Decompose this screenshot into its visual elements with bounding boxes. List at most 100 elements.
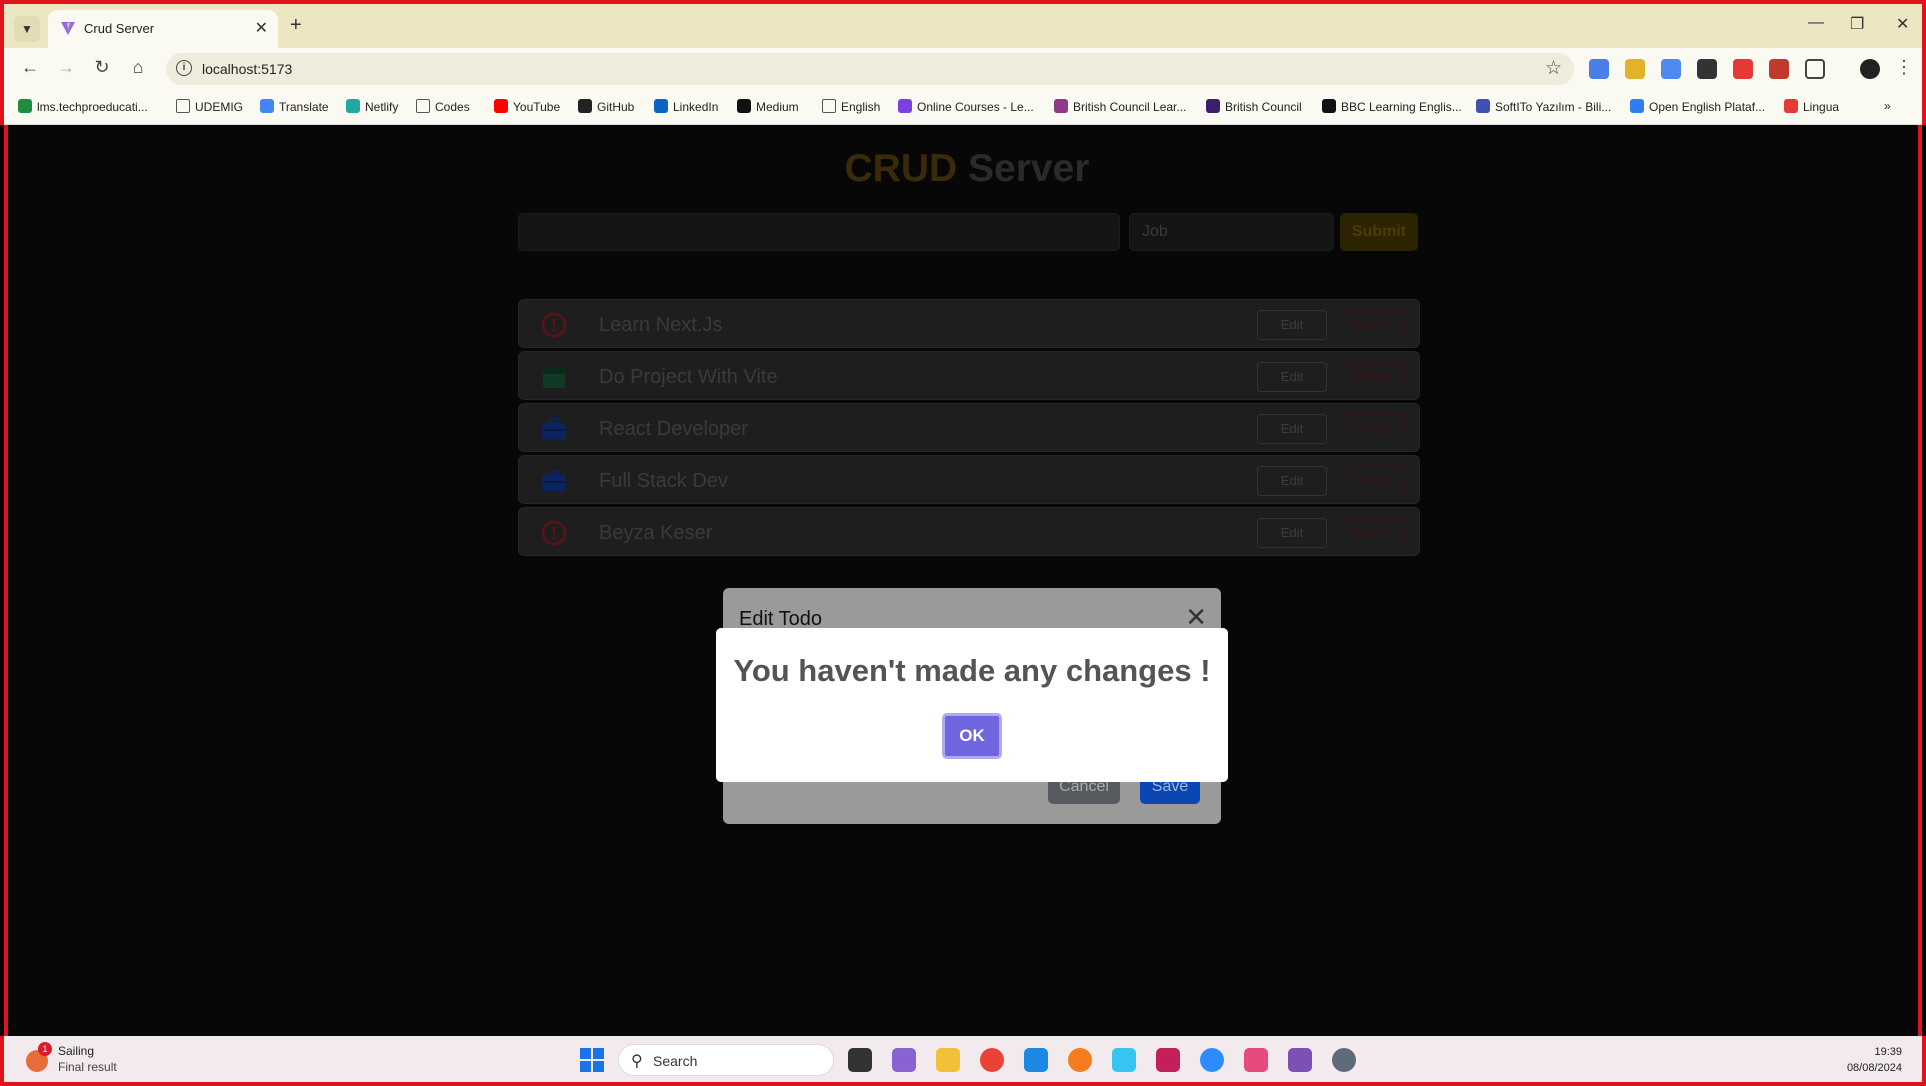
bookmark-label: British Council Lear... <box>1073 100 1187 114</box>
taskbar-search[interactable]: ⚲ Search <box>618 1044 834 1076</box>
zoom-icon[interactable] <box>1200 1048 1224 1072</box>
restore-button[interactable]: ❐ <box>1850 14 1864 34</box>
browser-menu-icon[interactable]: ⋮ <box>1892 57 1916 78</box>
edit-button[interactable]: Edit <box>1257 310 1327 340</box>
new-tab-button[interactable]: + <box>290 14 302 37</box>
bookmarks-bar: lms.techproeducati... UDEMIG Translate Netl… <box>4 90 1922 125</box>
bookmark-item[interactable]: lms.techproeducati... <box>18 99 148 114</box>
submit-button[interactable]: Submit <box>1340 213 1418 251</box>
bookmark-star-icon[interactable]: ☆ <box>1545 57 1562 80</box>
todo-list: Learn Next.Js Edit Delete Do Project With V… <box>518 299 1420 559</box>
bookmark-label: Online Courses - Le... <box>917 100 1034 114</box>
edit-button[interactable]: Edit <box>1257 362 1327 392</box>
bookmark-item[interactable]: Lingua <box>1784 99 1839 114</box>
todo-item: Beyza Keser Edit Delete <box>518 507 1420 556</box>
back-button[interactable]: ← <box>18 57 42 78</box>
windows-start-icon[interactable] <box>580 1048 604 1072</box>
bookmark-item[interactable]: Translate <box>260 99 329 114</box>
site-info-icon[interactable]: i <box>176 60 192 76</box>
bootstrap-icon[interactable] <box>1288 1048 1312 1072</box>
todo-item: Learn Next.Js Edit Delete <box>518 299 1420 348</box>
system-clock[interactable]: 19:39 08/08/2024 <box>1847 1044 1902 1076</box>
job-select[interactable]: Job <box>1129 213 1334 251</box>
folder-icon <box>416 99 430 113</box>
bookmark-favicon-icon <box>1476 99 1490 113</box>
browser-toolbar: ← → ↻ ⌂ i localhost:5173 ☆ ⋮ <box>4 48 1922 90</box>
settings-gear-icon[interactable] <box>1332 1048 1356 1072</box>
bookmark-item[interactable]: Online Courses - Le... <box>898 99 1034 114</box>
bookmark-favicon-icon <box>260 99 274 113</box>
bookmark-label: UDEMIG <box>195 100 243 114</box>
task-view-icon[interactable] <box>848 1048 872 1072</box>
bookmark-item[interactable]: Medium <box>737 99 799 114</box>
postman-icon[interactable] <box>1068 1048 1092 1072</box>
close-tab-icon[interactable]: ✕ <box>255 18 268 38</box>
browser-tab[interactable]: Crud Server ✕ <box>48 10 278 48</box>
color-picker-extension-icon[interactable] <box>1697 59 1717 79</box>
delete-button[interactable]: Delete <box>1337 414 1407 444</box>
todo-label: React Developer <box>599 418 748 440</box>
extension-icon[interactable] <box>1661 59 1681 79</box>
bookmark-favicon-icon <box>494 99 508 113</box>
copilot-icon[interactable] <box>892 1048 916 1072</box>
extensions-puzzle-icon[interactable] <box>1805 59 1825 79</box>
bookmark-favicon-icon <box>1322 99 1336 113</box>
bookmark-item[interactable]: British Council Lear... <box>1054 99 1186 114</box>
bookmark-item[interactable]: British Council <box>1206 99 1302 114</box>
edit-button[interactable]: Edit <box>1257 518 1327 548</box>
bookmark-favicon-icon <box>18 99 32 113</box>
ok-button[interactable]: OK <box>942 713 1002 759</box>
delete-button[interactable]: Delete <box>1337 518 1407 548</box>
bookmark-item[interactable]: BBC Learning Englis... <box>1322 99 1462 114</box>
translate-extension-icon[interactable] <box>1589 59 1609 79</box>
close-window-button[interactable]: ✕ <box>1896 14 1909 34</box>
address-bar[interactable]: i localhost:5173 ☆ <box>166 53 1574 85</box>
intellij-icon[interactable] <box>1156 1048 1180 1072</box>
bookmark-item[interactable]: Open English Plataf... <box>1630 99 1765 114</box>
more-bookmarks-icon[interactable]: » <box>1884 99 1891 113</box>
bookmark-label: SoftITo Yazılım - Bili... <box>1495 100 1612 114</box>
file-explorer-icon[interactable] <box>936 1048 960 1072</box>
todo-input[interactable] <box>518 213 1120 251</box>
forward-button[interactable]: → <box>54 57 78 78</box>
bookmark-item[interactable]: SoftITo Yazılım - Bili... <box>1476 99 1611 114</box>
extension-icon[interactable] <box>1625 59 1645 79</box>
alert-circle-icon <box>541 312 567 338</box>
bookmark-item[interactable]: YouTube <box>494 99 560 114</box>
delete-button[interactable]: Delete <box>1337 362 1407 392</box>
slack-icon[interactable] <box>1112 1048 1136 1072</box>
bookmark-favicon-icon <box>1206 99 1220 113</box>
todo-item: React Developer Edit Delete <box>518 403 1420 452</box>
vscode-icon[interactable] <box>1024 1048 1048 1072</box>
vite-icon <box>61 22 75 35</box>
edit-button[interactable]: Edit <box>1257 414 1327 444</box>
alert-dialog: You haven't made any changes ! OK <box>716 628 1228 782</box>
edit-button[interactable]: Edit <box>1257 466 1327 496</box>
home-button[interactable]: ⌂ <box>126 57 150 78</box>
bookmark-item[interactable]: Codes <box>416 99 470 114</box>
bookmark-label: Translate <box>279 100 329 114</box>
chrome-icon[interactable] <box>980 1048 1004 1072</box>
minimize-button[interactable]: — <box>1808 14 1824 32</box>
todo-item: Do Project With Vite Edit Delete <box>518 351 1420 400</box>
tab-search-button[interactable]: ▼ <box>14 16 40 42</box>
bookmark-item[interactable]: GitHub <box>578 99 634 114</box>
taskbar: 1 Sailing Final result ⚲ Search 19:39 08… <box>0 1036 1926 1086</box>
snipping-tool-icon[interactable] <box>1244 1048 1268 1072</box>
app-title: CRUD Server <box>844 147 1090 190</box>
extension-off-icon[interactable] <box>1733 59 1753 79</box>
delete-button[interactable]: Delete <box>1337 466 1407 496</box>
bookmark-favicon-icon <box>1054 99 1068 113</box>
calendar-icon <box>541 364 567 390</box>
bookmark-item[interactable]: LinkedIn <box>654 99 718 114</box>
bookmark-item[interactable]: UDEMIG <box>176 99 243 114</box>
reload-button[interactable]: ↻ <box>90 57 114 78</box>
bookmark-label: GitHub <box>597 100 635 114</box>
bookmark-item[interactable]: Netlify <box>346 99 398 114</box>
weather-title: Sailing <box>58 1044 95 1058</box>
extension-icon[interactable] <box>1769 59 1789 79</box>
profile-avatar[interactable] <box>1860 59 1880 79</box>
delete-button[interactable]: Delete <box>1337 310 1407 340</box>
url-text: localhost:5173 <box>202 61 293 77</box>
bookmark-item[interactable]: English <box>822 99 880 114</box>
